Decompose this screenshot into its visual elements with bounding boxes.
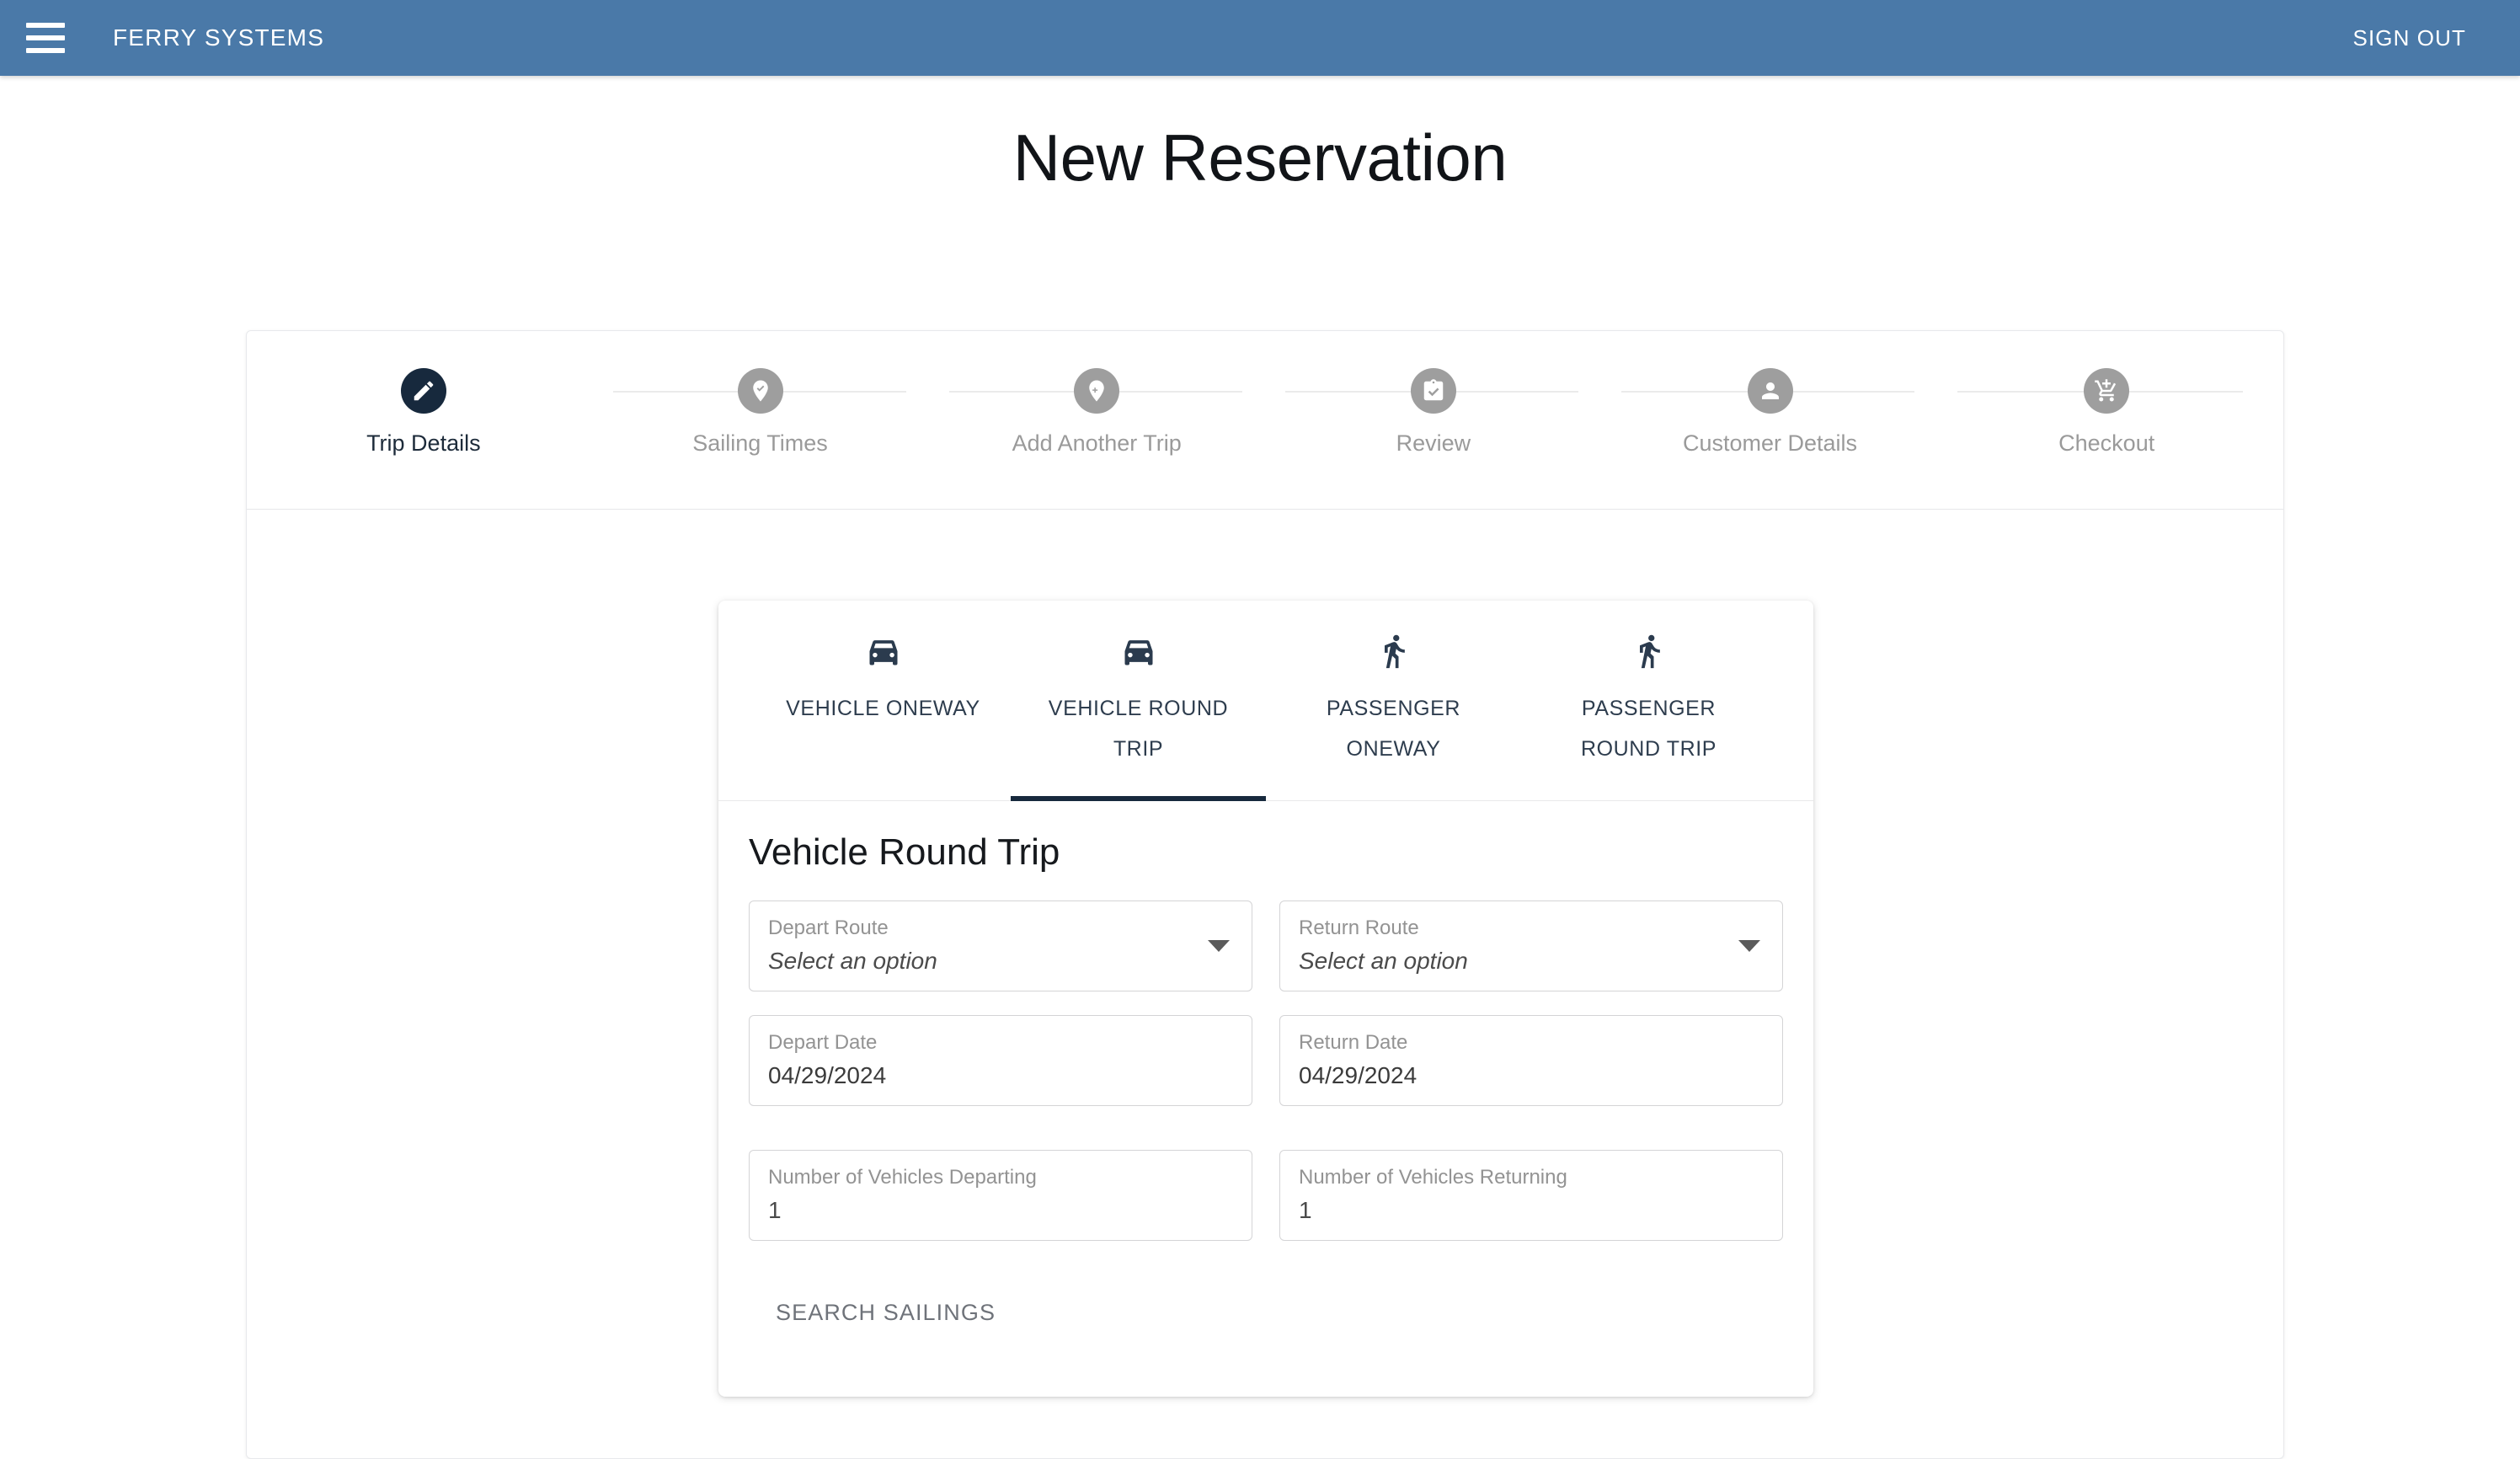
- add-shopping-cart-icon: [2084, 368, 2130, 414]
- hamburger-bar: [26, 48, 65, 53]
- vehicles-returning-label: Number of Vehicles Returning: [1299, 1166, 1567, 1189]
- chevron-down-icon[interactable]: [1738, 940, 1760, 952]
- vehicles-departing-field[interactable]: Number of Vehicles Departing 1: [749, 1150, 1252, 1241]
- chevron-down-icon[interactable]: [1208, 940, 1230, 952]
- step-label: Sailing Times: [692, 430, 828, 456]
- tab-vehicle-round-trip[interactable]: VEHICLE ROUND TRIP: [1011, 601, 1266, 801]
- vehicles-returning-field[interactable]: Number of Vehicles Returning 1: [1279, 1150, 1783, 1241]
- location-add-icon: [1074, 368, 1120, 414]
- vehicles-returning-value: 1: [1299, 1197, 1312, 1223]
- pencil-icon: [400, 368, 446, 414]
- step-label: Trip Details: [366, 430, 481, 456]
- app-header: FERRY SYSTEMS SIGN OUT: [0, 0, 2520, 76]
- depart-route-label: Depart Route: [768, 917, 889, 939]
- return-date-field[interactable]: Return Date 04/29/2024: [1279, 1015, 1783, 1106]
- form-heading: Vehicle Round Trip: [749, 831, 1060, 873]
- vehicles-departing-value: 1: [768, 1197, 782, 1223]
- return-route-label: Return Route: [1299, 917, 1419, 939]
- sidebar-item-add-another-trip[interactable]: Add Another Trip: [928, 331, 1265, 457]
- hamburger-menu-icon[interactable]: [22, 14, 69, 61]
- step-label: Checkout: [2058, 430, 2155, 456]
- sign-out-button[interactable]: SIGN OUT: [2340, 13, 2480, 63]
- trip-type-card: VEHICLE ONEWAY VEHICLE ROUND TRIP PASSEN…: [718, 601, 1813, 1397]
- app-brand-title: FERRY SYSTEMS: [113, 24, 325, 51]
- hamburger-bar: [26, 23, 65, 28]
- depart-date-label: Depart Date: [768, 1031, 878, 1054]
- step-label: Add Another Trip: [1012, 430, 1182, 456]
- step-label: Review: [1396, 430, 1471, 456]
- walking-person-icon: [1631, 633, 1668, 670]
- tab-label: VEHICLE ROUND TRIP: [1048, 697, 1229, 761]
- tab-label: VEHICLE ONEWAY: [786, 697, 980, 720]
- page-title: New Reservation: [1012, 120, 1508, 195]
- depart-route-value: Select an option: [768, 948, 937, 974]
- sidebar-item-review[interactable]: Review: [1265, 331, 1602, 457]
- sidebar-item-customer-details[interactable]: Customer Details: [1602, 331, 1939, 457]
- sidebar-item-sailing-times[interactable]: Sailing Times: [592, 331, 929, 457]
- date-row: Depart Date 04/29/2024 Return Date 04/29…: [749, 1015, 1783, 1106]
- walking-person-icon: [1375, 633, 1412, 670]
- depart-date-value: 04/29/2024: [768, 1062, 887, 1088]
- tab-vehicle-oneway[interactable]: VEHICLE ONEWAY: [755, 601, 1011, 800]
- progress-stepper: Trip Details Sailing Times Add Another T…: [247, 331, 2283, 510]
- return-route-value: Select an option: [1299, 948, 1468, 974]
- route-row: Depart Route Select an option Return Rou…: [749, 901, 1783, 991]
- trip-details-form: Vehicle Round Trip Depart Route Select a…: [718, 801, 1813, 1338]
- sidebar-item-checkout[interactable]: Checkout: [1938, 331, 2275, 457]
- vehicles-departing-label: Number of Vehicles Departing: [768, 1166, 1037, 1189]
- return-date-label: Return Date: [1299, 1031, 1408, 1054]
- reservation-card: Trip Details Sailing Times Add Another T…: [246, 330, 2284, 1459]
- car-icon: [865, 633, 902, 670]
- step-label: Customer Details: [1682, 430, 1858, 456]
- depart-date-field[interactable]: Depart Date 04/29/2024: [749, 1015, 1252, 1106]
- hamburger-bar: [26, 35, 65, 40]
- depart-route-select[interactable]: Depart Route Select an option: [749, 901, 1252, 991]
- return-route-select[interactable]: Return Route Select an option: [1279, 901, 1783, 991]
- tab-label: PASSENGER ROUND TRIP: [1580, 697, 1717, 761]
- search-sailings-button[interactable]: SEARCH SAILINGS: [762, 1288, 1009, 1338]
- sidebar-item-trip-details[interactable]: Trip Details: [255, 331, 592, 457]
- location-check-icon: [737, 368, 783, 414]
- vehicle-count-row: Number of Vehicles Departing 1 Number of…: [749, 1150, 1783, 1241]
- person-icon: [1747, 368, 1793, 414]
- tab-passenger-round-trip[interactable]: PASSENGER ROUND TRIP: [1521, 601, 1776, 800]
- tab-label: PASSENGER ONEWAY: [1326, 697, 1461, 761]
- tab-passenger-oneway[interactable]: PASSENGER ONEWAY: [1266, 601, 1521, 800]
- car-icon: [1120, 633, 1157, 670]
- trip-type-tabs: VEHICLE ONEWAY VEHICLE ROUND TRIP PASSEN…: [718, 601, 1813, 801]
- return-date-value: 04/29/2024: [1299, 1062, 1418, 1088]
- clipboard-check-icon: [1410, 368, 1456, 414]
